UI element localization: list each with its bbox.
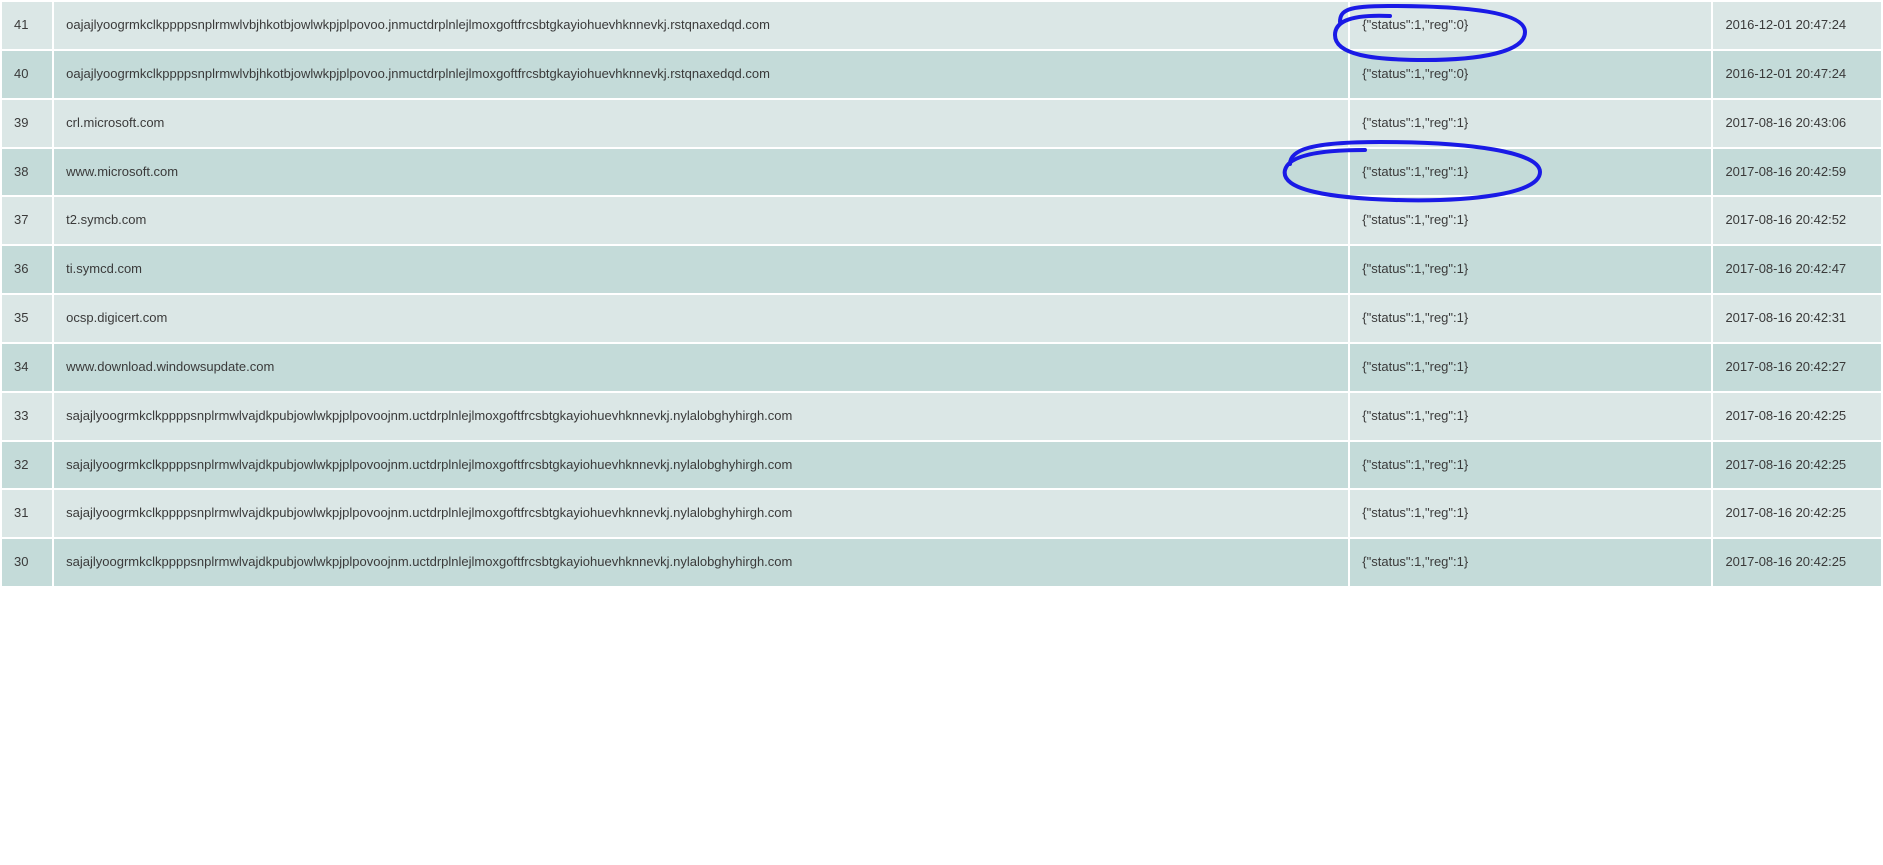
- row-host: t2.symcb.com: [54, 197, 1348, 244]
- row-time: 2017-08-16 20:43:06: [1713, 100, 1881, 147]
- row-host: crl.microsoft.com: [54, 100, 1348, 147]
- row-time: 2017-08-16 20:42:59: [1713, 149, 1881, 196]
- table-row[interactable]: 41oajajlyoogrmkclkppppsnplrmwlvbjhkotbjo…: [2, 2, 1881, 49]
- row-id: 38: [2, 149, 52, 196]
- row-id: 31: [2, 490, 52, 537]
- row-json: {"status":1,"reg":1}: [1350, 539, 1711, 586]
- row-json: {"status":1,"reg":1}: [1350, 442, 1711, 489]
- row-json: {"status":1,"reg":1}: [1350, 149, 1711, 196]
- table-row[interactable]: 37t2.symcb.com{"status":1,"reg":1}2017-0…: [2, 197, 1881, 244]
- row-time: 2017-08-16 20:42:25: [1713, 539, 1881, 586]
- row-id: 32: [2, 442, 52, 489]
- row-json: {"status":1,"reg":0}: [1350, 51, 1711, 98]
- row-id: 30: [2, 539, 52, 586]
- table-row[interactable]: 33sajajlyoogrmkclkppppsnplrmwlvajdkpubjo…: [2, 393, 1881, 440]
- row-host: sajajlyoogrmkclkppppsnplrmwlvajdkpubjowl…: [54, 490, 1348, 537]
- row-time: 2017-08-16 20:42:25: [1713, 490, 1881, 537]
- row-host: www.download.windowsupdate.com: [54, 344, 1348, 391]
- row-json: {"status":1,"reg":1}: [1350, 197, 1711, 244]
- row-id: 39: [2, 100, 52, 147]
- table-row[interactable]: 34www.download.windowsupdate.com{"status…: [2, 344, 1881, 391]
- table-row[interactable]: 30sajajlyoogrmkclkppppsnplrmwlvajdkpubjo…: [2, 539, 1881, 586]
- row-time: 2016-12-01 20:47:24: [1713, 2, 1881, 49]
- row-host: sajajlyoogrmkclkppppsnplrmwlvajdkpubjowl…: [54, 442, 1348, 489]
- row-time: 2017-08-16 20:42:47: [1713, 246, 1881, 293]
- row-host: sajajlyoogrmkclkppppsnplrmwlvajdkpubjowl…: [54, 539, 1348, 586]
- row-id: 34: [2, 344, 52, 391]
- table-row[interactable]: 32sajajlyoogrmkclkppppsnplrmwlvajdkpubjo…: [2, 442, 1881, 489]
- row-id: 41: [2, 2, 52, 49]
- row-time: 2017-08-16 20:42:25: [1713, 442, 1881, 489]
- row-id: 40: [2, 51, 52, 98]
- table-row[interactable]: 31sajajlyoogrmkclkppppsnplrmwlvajdkpubjo…: [2, 490, 1881, 537]
- table-row[interactable]: 35ocsp.digicert.com{"status":1,"reg":1}2…: [2, 295, 1881, 342]
- row-id: 33: [2, 393, 52, 440]
- row-time: 2017-08-16 20:42:52: [1713, 197, 1881, 244]
- row-time: 2017-08-16 20:42:25: [1713, 393, 1881, 440]
- row-id: 35: [2, 295, 52, 342]
- row-json: {"status":1,"reg":1}: [1350, 490, 1711, 537]
- row-time: 2016-12-01 20:47:24: [1713, 51, 1881, 98]
- row-host: oajajlyoogrmkclkppppsnplrmwlvbjhkotbjowl…: [54, 2, 1348, 49]
- row-json: {"status":1,"reg":1}: [1350, 393, 1711, 440]
- table-row[interactable]: 36ti.symcd.com{"status":1,"reg":1}2017-0…: [2, 246, 1881, 293]
- table-row[interactable]: 38www.microsoft.com{"status":1,"reg":1}2…: [2, 149, 1881, 196]
- table-row[interactable]: 40oajajlyoogrmkclkppppsnplrmwlvbjhkotbjo…: [2, 51, 1881, 98]
- row-time: 2017-08-16 20:42:27: [1713, 344, 1881, 391]
- row-host: www.microsoft.com: [54, 149, 1348, 196]
- row-json: {"status":1,"reg":1}: [1350, 295, 1711, 342]
- row-json: {"status":1,"reg":1}: [1350, 246, 1711, 293]
- log-table: 41oajajlyoogrmkclkppppsnplrmwlvbjhkotbjo…: [0, 0, 1883, 588]
- row-json: {"status":1,"reg":1}: [1350, 100, 1711, 147]
- row-host: sajajlyoogrmkclkppppsnplrmwlvajdkpubjowl…: [54, 393, 1348, 440]
- row-host: oajajlyoogrmkclkppppsnplrmwlvbjhkotbjowl…: [54, 51, 1348, 98]
- row-id: 37: [2, 197, 52, 244]
- table-row[interactable]: 39crl.microsoft.com{"status":1,"reg":1}2…: [2, 100, 1881, 147]
- row-json: {"status":1,"reg":0}: [1350, 2, 1711, 49]
- row-host: ti.symcd.com: [54, 246, 1348, 293]
- row-time: 2017-08-16 20:42:31: [1713, 295, 1881, 342]
- row-id: 36: [2, 246, 52, 293]
- row-json: {"status":1,"reg":1}: [1350, 344, 1711, 391]
- row-host: ocsp.digicert.com: [54, 295, 1348, 342]
